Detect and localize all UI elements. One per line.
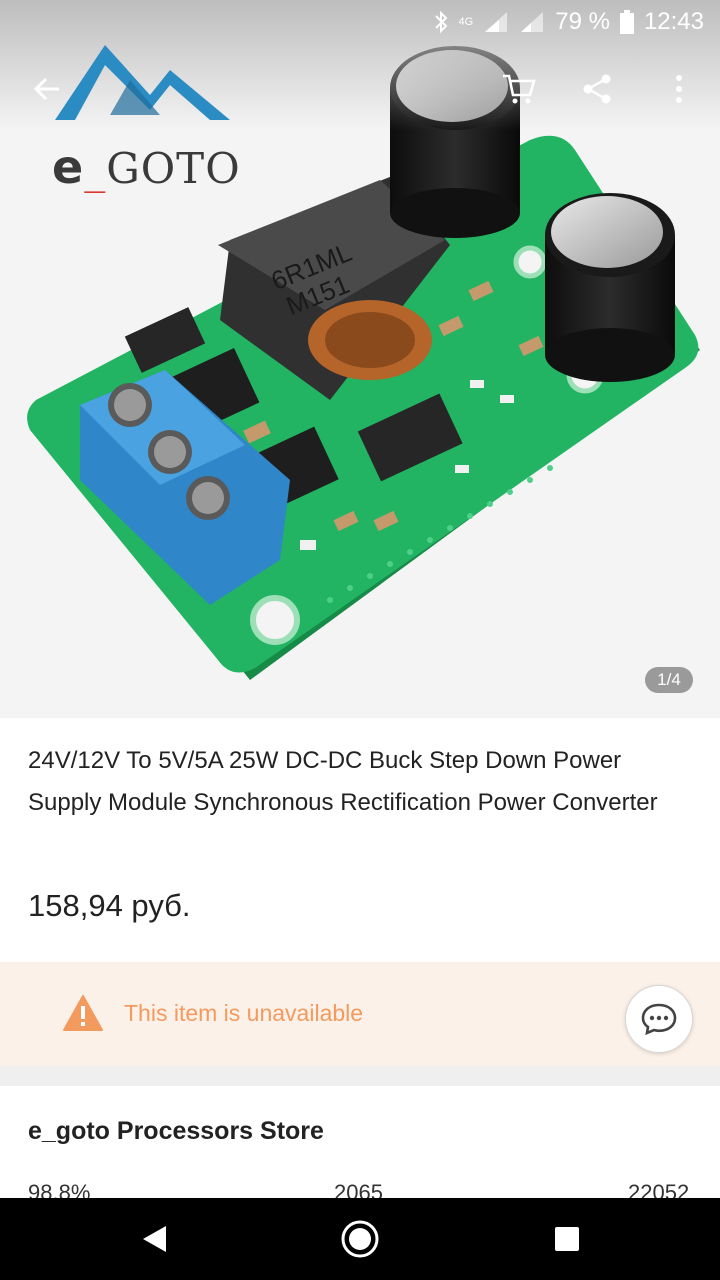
- navigation-bar: [0, 1198, 720, 1280]
- nav-back-icon: [143, 1226, 166, 1252]
- signal-icon: [485, 12, 508, 32]
- store-name[interactable]: e_goto Processors Store: [28, 1117, 324, 1146]
- cart-button[interactable]: [494, 64, 544, 114]
- status-bar: 4G 79 % 12:43: [0, 0, 720, 44]
- e-goto-logo-text: e_GOTO: [52, 140, 241, 194]
- product-screen: 6R1ML M151 e_GOTO 4G 79 % 12:43 1/4 24V/…: [0, 0, 720, 1280]
- signal-icon-2: [521, 12, 544, 32]
- network-type: 4G: [458, 16, 474, 28]
- more-options-button[interactable]: [654, 64, 704, 114]
- section-divider: [0, 1066, 720, 1086]
- warning-triangle-icon: [63, 995, 103, 1031]
- image-pager-indicator: 1/4: [645, 667, 693, 693]
- bluetooth-icon: [434, 10, 447, 34]
- clock: 12:43: [643, 8, 704, 35]
- share-button[interactable]: [572, 64, 622, 114]
- battery-level: 79 %: [555, 8, 610, 35]
- arrow-left-icon: [33, 77, 59, 101]
- back-button[interactable]: [22, 64, 72, 114]
- product-price: 158,94 руб.: [28, 888, 191, 923]
- chat-button[interactable]: [625, 985, 693, 1053]
- more-vertical-icon: [676, 75, 682, 103]
- cart-icon: [503, 74, 536, 104]
- unavailable-message: This item is unavailable: [124, 1000, 364, 1026]
- chat-bubble-icon: [641, 1003, 677, 1036]
- product-title: 24V/12V To 5V/5A 25W DC-DC Buck Step Dow…: [28, 747, 658, 816]
- nav-recents-icon: [555, 1227, 579, 1251]
- share-icon: [583, 74, 611, 104]
- nav-recents-button[interactable]: [517, 1198, 617, 1280]
- nav-home-button[interactable]: [310, 1198, 410, 1280]
- nav-home-icon: [341, 1220, 379, 1258]
- battery-icon: [619, 10, 634, 34]
- nav-back-button[interactable]: [104, 1198, 204, 1280]
